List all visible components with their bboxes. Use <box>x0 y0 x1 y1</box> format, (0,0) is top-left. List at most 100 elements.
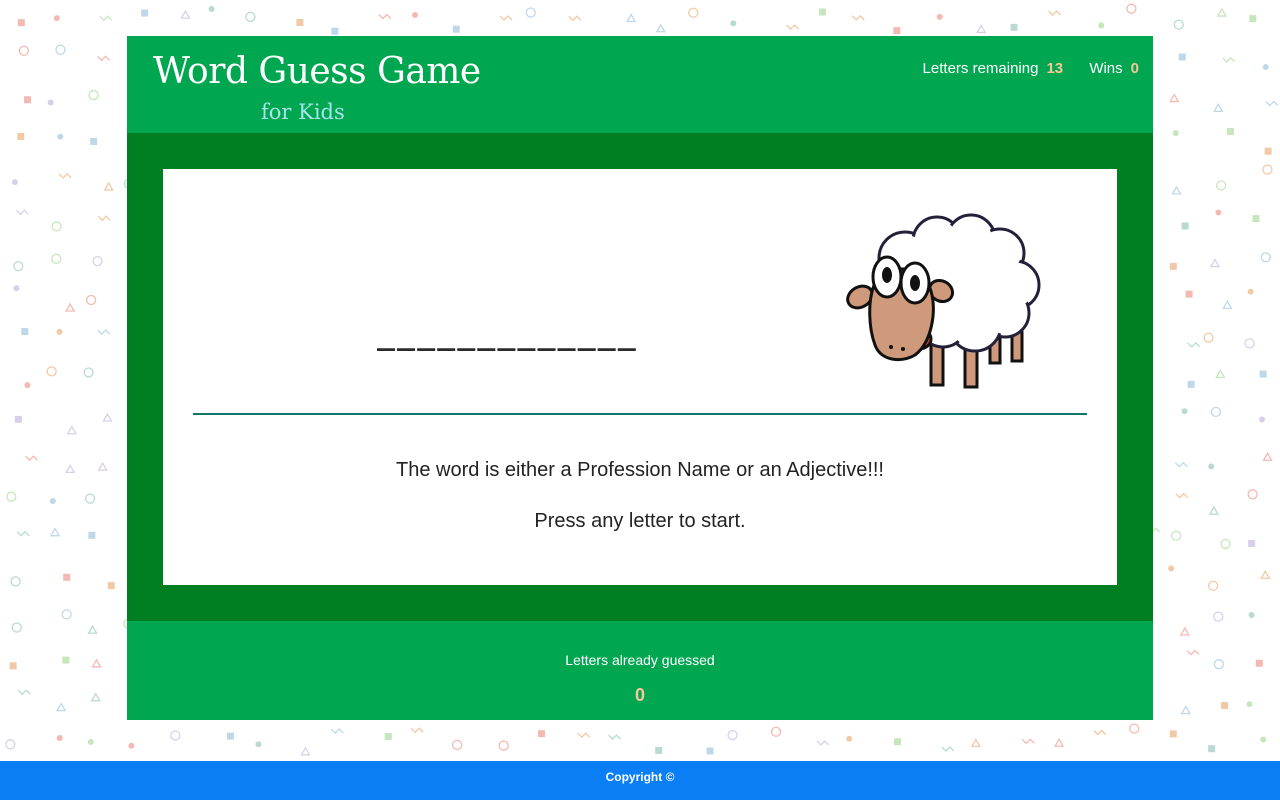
page-title: Word Guess Game <box>153 51 481 92</box>
background-confetti <box>1172 129 1179 136</box>
background-confetti <box>16 530 30 537</box>
background-confetti <box>577 732 591 739</box>
background-confetti <box>1208 463 1215 470</box>
background-confetti <box>1260 736 1267 743</box>
background-confetti <box>970 738 981 748</box>
background-confetti <box>1010 23 1018 31</box>
background-confetti <box>97 215 111 222</box>
background-confetti <box>51 253 62 264</box>
background-confetti <box>255 741 262 748</box>
background-confetti <box>1171 185 1182 195</box>
background-confetti <box>384 733 392 741</box>
background-confetti <box>1187 342 1201 348</box>
background-confetti <box>941 746 955 753</box>
background-confetti <box>11 179 18 186</box>
background-confetti <box>1098 22 1105 29</box>
background-confetti <box>1186 649 1200 656</box>
background-confetti <box>1209 258 1221 268</box>
background-confetti <box>1210 406 1222 418</box>
background-confetti <box>1248 539 1256 547</box>
background-confetti <box>730 20 737 27</box>
background-confetti <box>1264 147 1272 155</box>
background-confetti <box>538 730 546 738</box>
background-confetti <box>1129 723 1140 734</box>
background-confetti <box>58 172 72 179</box>
wins-value: 0 <box>1130 60 1139 77</box>
background-confetti <box>1221 702 1229 710</box>
background-confetti <box>1187 380 1195 388</box>
background-confetti <box>706 747 714 755</box>
background-confetti <box>97 329 111 336</box>
page-subtitle: for Kids <box>261 100 345 124</box>
background-confetti <box>1169 262 1177 270</box>
background-confetti <box>330 728 344 735</box>
background-confetti <box>49 527 61 537</box>
background-confetti <box>452 25 460 33</box>
sheep-icon <box>846 213 1041 389</box>
background-confetti <box>1216 7 1228 17</box>
background-confetti <box>18 45 29 56</box>
background-confetti <box>1246 701 1253 708</box>
background-confetti <box>1181 222 1189 230</box>
background-confetti <box>1053 737 1065 747</box>
background-confetti <box>87 624 98 634</box>
background-confetti <box>410 727 424 734</box>
background-confetti <box>83 367 94 378</box>
background-confetti <box>245 11 256 23</box>
background-confetti <box>655 23 666 33</box>
background-confetti <box>1244 338 1255 349</box>
background-confetti <box>13 285 20 292</box>
background-confetti <box>1093 729 1107 736</box>
background-confetti <box>893 738 901 746</box>
background-confetti <box>1247 489 1258 500</box>
background-confetti <box>49 498 56 505</box>
wins-label: Wins <box>1089 60 1123 77</box>
game-container: Word Guess Game for Kids Letters remaini… <box>127 36 1153 720</box>
background-confetti <box>25 455 38 462</box>
background-confetti <box>1248 612 1255 619</box>
guessed-letters-label: Letters already guessed <box>565 652 715 668</box>
background-confetti <box>65 464 76 474</box>
guessed-letters-value: 0 <box>634 685 645 705</box>
background-confetti <box>1220 538 1231 550</box>
background-confetti <box>24 96 32 104</box>
background-confetti <box>107 582 115 590</box>
background-confetti <box>226 732 234 740</box>
copyright-text: Copyright © <box>605 770 675 784</box>
background-confetti <box>10 576 21 587</box>
game-panel: _____________ The word is either a Profe… <box>127 133 1153 621</box>
background-confetti <box>1169 93 1180 103</box>
background-confetti <box>85 294 97 306</box>
background-confetti <box>1249 15 1257 23</box>
background-confetti <box>786 24 799 31</box>
background-confetti <box>21 328 29 336</box>
background-confetti <box>102 412 113 422</box>
background-confetti <box>936 13 943 20</box>
background-confetti <box>499 15 513 21</box>
background-confetti <box>56 702 67 712</box>
background-confetti <box>1265 100 1279 107</box>
footer: Copyright © <box>0 761 1280 800</box>
background-confetti <box>296 19 304 27</box>
background-confetti <box>655 746 663 754</box>
background-confetti <box>1180 705 1191 715</box>
background-confetti <box>1208 505 1220 515</box>
background-confetti <box>819 8 827 16</box>
word-blanks: _____________ <box>377 317 638 352</box>
background-confetti <box>24 382 31 389</box>
background-confetti <box>17 19 25 27</box>
background-confetti <box>97 55 111 62</box>
background-confetti <box>55 44 66 55</box>
background-confetti <box>46 366 57 377</box>
background-confetti <box>1126 3 1137 14</box>
background-confetti <box>1252 215 1260 223</box>
background-confetti <box>1259 370 1267 378</box>
background-confetti <box>1262 451 1273 461</box>
background-confetti <box>625 13 637 23</box>
background-confetti <box>180 9 191 19</box>
background-confetti <box>851 14 865 21</box>
background-confetti <box>84 493 96 504</box>
background-confetti <box>53 15 60 22</box>
background-confetti <box>1226 128 1234 136</box>
background-confetti <box>412 12 419 19</box>
